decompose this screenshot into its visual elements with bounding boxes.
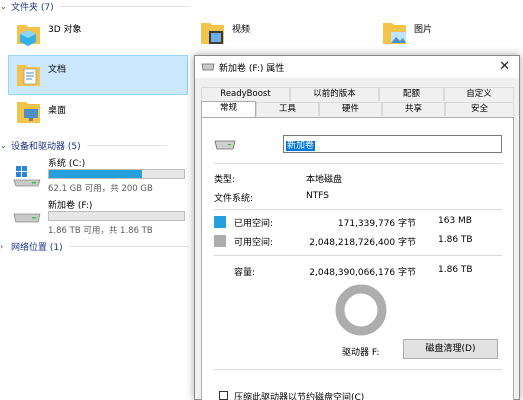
- folder-item-3d-objects[interactable]: [14, 18, 44, 48]
- type-value: 本地磁盘: [306, 175, 343, 185]
- free-space-size: 1.86 TB: [438, 235, 473, 245]
- separator: [214, 369, 502, 370]
- used-space-swatch: [214, 216, 226, 228]
- desktop-folder-icon: [17, 102, 40, 123]
- filesystem-label: 文件系统:: [214, 194, 254, 204]
- folder-label: 文档: [48, 65, 67, 75]
- drive-name: 系统 (C:): [48, 159, 86, 169]
- volume-name-value: 新加卷: [286, 141, 316, 151]
- filesystem-value: NTFS: [306, 191, 329, 201]
- tab-security[interactable]: 安全: [445, 102, 514, 116]
- drive-letter-label: 驱动器 F:: [342, 348, 380, 358]
- capacity-size: 1.86 TB: [438, 265, 473, 275]
- type-label: 类型:: [214, 175, 236, 185]
- chevron-down-icon: ⌄: [0, 2, 7, 11]
- tab-hardware[interactable]: 硬件: [319, 102, 382, 116]
- drive-usage-fill: [49, 170, 143, 178]
- used-space-bytes: 171,339,776 字节: [337, 219, 416, 229]
- separator: [214, 255, 502, 256]
- video-folder-icon: [201, 23, 224, 44]
- network-group-label: 网络位置 (1): [11, 243, 63, 253]
- donut-free-ring: [335, 284, 387, 336]
- documents-icon-wrap: [14, 60, 44, 90]
- separator: [214, 163, 502, 164]
- free-space-bytes: 2,048,218,726,400 字节: [309, 238, 416, 248]
- folder-item-desktop[interactable]: [14, 97, 44, 127]
- capacity-label: 容量:: [234, 268, 256, 278]
- used-space-label: 已用空间:: [234, 219, 274, 229]
- group-divider: [68, 246, 189, 247]
- capacity-bytes: 2,048,390,066,176 字节: [309, 268, 416, 278]
- free-space-label: 可用空间:: [234, 238, 274, 248]
- folder-item-videos[interactable]: [198, 18, 228, 48]
- disk-usage-donut: [335, 284, 387, 336]
- group-divider: [86, 145, 167, 146]
- pictures-folder-icon: [383, 23, 406, 44]
- hard-drive-icon: [214, 140, 236, 150]
- tab-general[interactable]: 常规: [201, 101, 256, 117]
- tab-customize[interactable]: 自定义: [444, 87, 514, 101]
- folders-group-header[interactable]: ⌄ 文件夹 (7): [0, 0, 190, 13]
- compress-checkbox-label: 压缩此驱动器以节约磁盘空间(C): [234, 393, 365, 400]
- separator: [214, 209, 502, 210]
- folders-group-label: 文件夹 (7): [11, 3, 54, 13]
- group-divider: [59, 6, 190, 7]
- network-group-header[interactable]: › 网络位置 (1): [0, 240, 189, 253]
- dialog-title: 新加卷 (F:) 属性: [219, 63, 285, 74]
- devices-group-header[interactable]: ⌄ 设备和驱动器 (5): [0, 139, 167, 152]
- documents-folder-icon: [17, 65, 40, 86]
- tab-readyboost[interactable]: ReadyBoost: [201, 87, 290, 101]
- system-drive-icon: [13, 166, 41, 187]
- tab-tools[interactable]: 工具: [256, 102, 319, 116]
- devices-group-label: 设备和驱动器 (5): [11, 142, 81, 152]
- volume-name-input[interactable]: 新加卷: [283, 135, 502, 153]
- drive-usage-bar: [48, 169, 185, 179]
- folder-label: 视频: [232, 25, 251, 35]
- drive-free-text: 1.86 TB 可用，共 1.86 TB: [48, 226, 153, 236]
- close-icon[interactable]: ✕: [499, 59, 510, 74]
- drive-free-text: 62.1 GB 可用，共 200 GB: [48, 184, 153, 194]
- folder-label: 3D 对象: [48, 25, 82, 35]
- folder-label: 图片: [414, 25, 433, 35]
- tab-previous-versions[interactable]: 以前的版本: [290, 87, 379, 101]
- drive-title-icon: [201, 63, 215, 71]
- drive-usage-bar: [48, 211, 185, 221]
- drive-name: 新加卷 (F:): [48, 201, 93, 211]
- disk-cleanup-button[interactable]: 磁盘清理(D): [403, 339, 498, 359]
- free-space-swatch: [214, 235, 226, 247]
- folder-label: 桌面: [48, 106, 67, 116]
- folder-item-pictures[interactable]: [380, 18, 410, 48]
- chevron-down-icon: ⌄: [0, 141, 7, 150]
- 3d-objects-folder-icon: [17, 25, 40, 46]
- compress-checkbox[interactable]: [219, 391, 228, 400]
- tab-quota[interactable]: 配额: [379, 87, 444, 101]
- general-tab-panel: 新加卷 类型: 本地磁盘 文件系统: NTFS 已用空间: 171,339,77…: [201, 117, 514, 400]
- dialog-titlebar[interactable]: 新加卷 (F:) 属性 ✕: [195, 56, 519, 78]
- hard-drive-icon: [13, 213, 41, 223]
- tab-sharing[interactable]: 共享: [382, 102, 445, 116]
- chevron-right-icon: ›: [0, 242, 4, 251]
- used-space-size: 163 MB: [438, 216, 472, 226]
- properties-dialog: 新加卷 (F:) 属性 ✕ ReadyBoost 以前的版本 配额 自定义 常规…: [194, 55, 520, 400]
